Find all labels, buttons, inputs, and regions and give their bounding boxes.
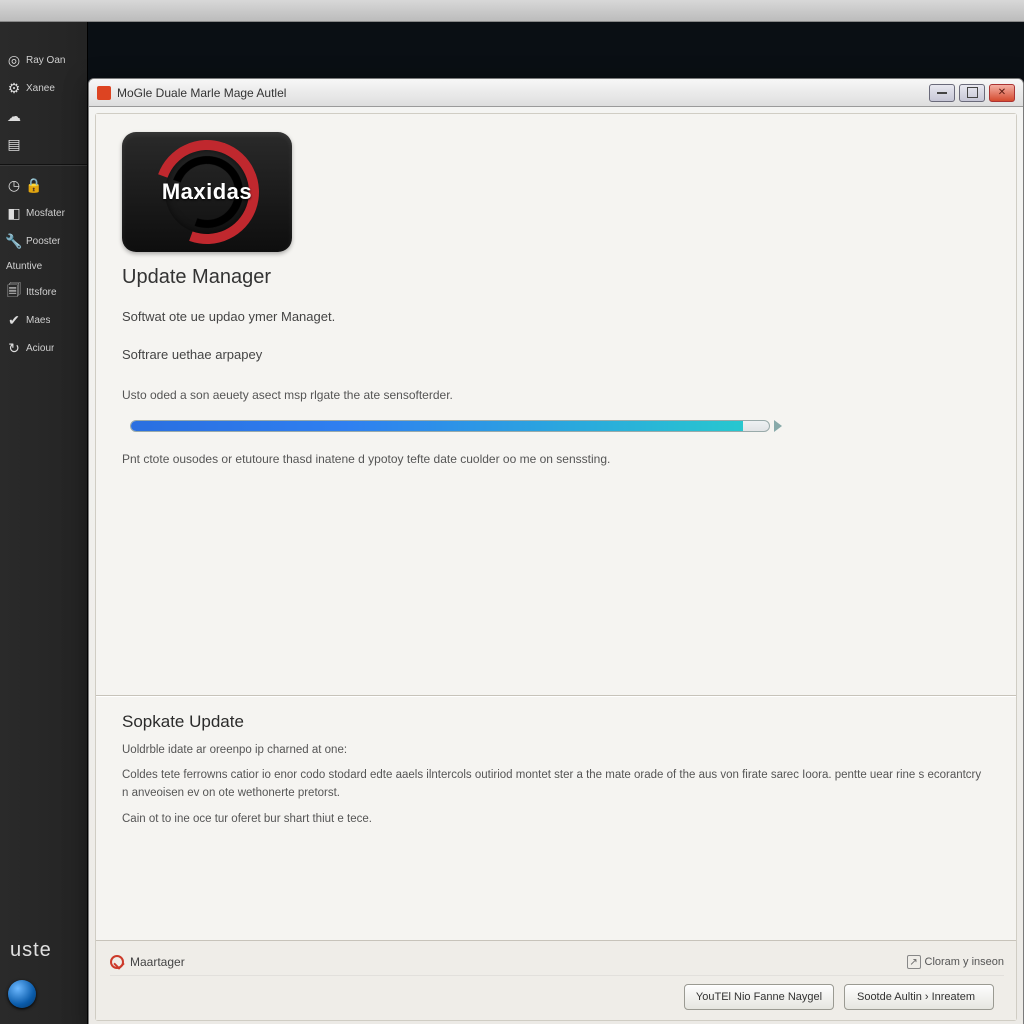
dock-label: Xanee [26,83,55,94]
window-client: Maxidas Update Manager Softwat ote ue up… [95,113,1017,1021]
window-titlebar[interactable]: MoGle Duale Marle Mage Autlel [89,79,1023,107]
check-icon: ✔ [6,312,22,328]
lower-section: Sopkate Update Uoldrble idate ar oreenpo… [96,696,1016,941]
dock-label: Aciour [26,343,54,354]
os-menubar [0,0,1024,22]
lock-icon: 🔒 [26,177,42,193]
window-title: MoGle Duale Marle Mage Autlel [117,86,286,100]
dock-item-aciour[interactable]: ↻ Aciour [0,334,87,362]
external-link-icon: ↗ [907,955,921,969]
gear-icon: ⚙ [6,80,22,96]
dock-item-cloud[interactable]: ☁ [0,102,87,130]
lower-title: Sopkate Update [122,712,990,732]
button-label: YouTEl Nio Fanne Naygel [696,991,822,1003]
content-area: Maxidas Update Manager Softwat ote ue up… [96,114,1016,1020]
status-text: Usto oded a son aeuety asect msp rlgate … [122,386,990,404]
intro-line-1: Softwat ote ue updao ymer Managet. [122,307,990,327]
dock-label: Ray Oan [26,55,65,66]
dock-label: Maes [26,315,50,326]
desktop-dock: ◎ Ray Oan ⚙ Xanee ☁ ▤ ◷ 🔒 ◧ Mosfater 🔧 P… [0,22,88,1024]
dock-label: Atuntive [6,261,42,272]
secondary-button[interactable]: YouTEl Nio Fanne Naygel [684,984,834,1010]
footer-brand: Maartager [130,955,185,969]
start-orb[interactable] [8,980,36,1008]
primary-button[interactable]: Sootde Aultin › Inreatem [844,984,994,1010]
button-row: YouTEl Nio Fanne Naygel Sootde Aultin › … [110,975,1004,1020]
dock-item-doc[interactable]: ▤ [0,130,87,158]
document-icon: ▤ [6,136,22,152]
lower-line-1: Uoldrble idate ar oreenpo ip charned at … [122,742,990,760]
update-manager-window: MoGle Duale Marle Mage Autlel Maxidas Up… [88,78,1024,1024]
progress-fill [131,421,743,431]
button-label: Sootde Aultin › Inreatem [857,991,975,1003]
dock-separator [0,164,87,165]
progress-bar[interactable] [130,420,770,432]
refresh-icon [110,955,124,969]
dock-item-mosfater[interactable]: ◧ Mosfater [0,199,87,227]
dock-item-ittsfore[interactable]: 🗐 Ittsfore [0,278,87,306]
target-icon: ◎ [6,52,22,68]
product-logo: Maxidas [122,132,292,252]
cloud-icon: ☁ [6,108,22,124]
dock-item-ray[interactable]: ◎ Ray Oan [0,46,87,74]
dock-label: Pooster [26,236,60,247]
lower-line-3: Cain ot to ine oce tur oferet bur shart … [122,811,990,829]
dock-label: Ittsfore [26,287,57,298]
stack-icon: 🗐 [6,284,22,300]
dock-item-pooster[interactable]: 🔧 Pooster [0,227,87,255]
dock-item-xanee[interactable]: ⚙ Xanee [0,74,87,102]
desktop: ◎ Ray Oan ⚙ Xanee ☁ ▤ ◷ 🔒 ◧ Mosfater 🔧 P… [0,22,1024,1024]
window-footer: Maartager ↗ Cloram y inseon YouTEl Nio F… [96,940,1016,1020]
clock-icon: ◷ [6,177,22,193]
refresh-icon: ↻ [6,340,22,356]
close-button[interactable] [989,84,1015,102]
app-icon [97,86,111,100]
dock-item-clock[interactable]: ◷ 🔒 [0,171,87,199]
intro-line-2: Softrare uethae arpapey [122,345,990,365]
logo-text: Maxidas [162,179,252,205]
panel-icon: ◧ [6,205,22,221]
wrench-icon: 🔧 [6,233,22,249]
maximize-button[interactable] [959,84,985,102]
dock-item-atuntive[interactable]: Atuntive [0,255,87,278]
lower-line-2: Coldes tete ferrowns catior io enor codo… [122,767,990,803]
hint-text: Pnt ctote ousodes or etutoure thasd inat… [122,450,990,468]
footer-link[interactable]: Cloram y inseon [925,956,1004,968]
chevron-right-icon [774,420,782,432]
progress-row [130,420,990,432]
minimize-button[interactable] [929,84,955,102]
dock-label: Mosfater [26,208,65,219]
page-title: Update Manager [122,266,990,289]
dock-brand: uste [0,929,87,972]
dock-item-maes[interactable]: ✔ Maes [0,306,87,334]
